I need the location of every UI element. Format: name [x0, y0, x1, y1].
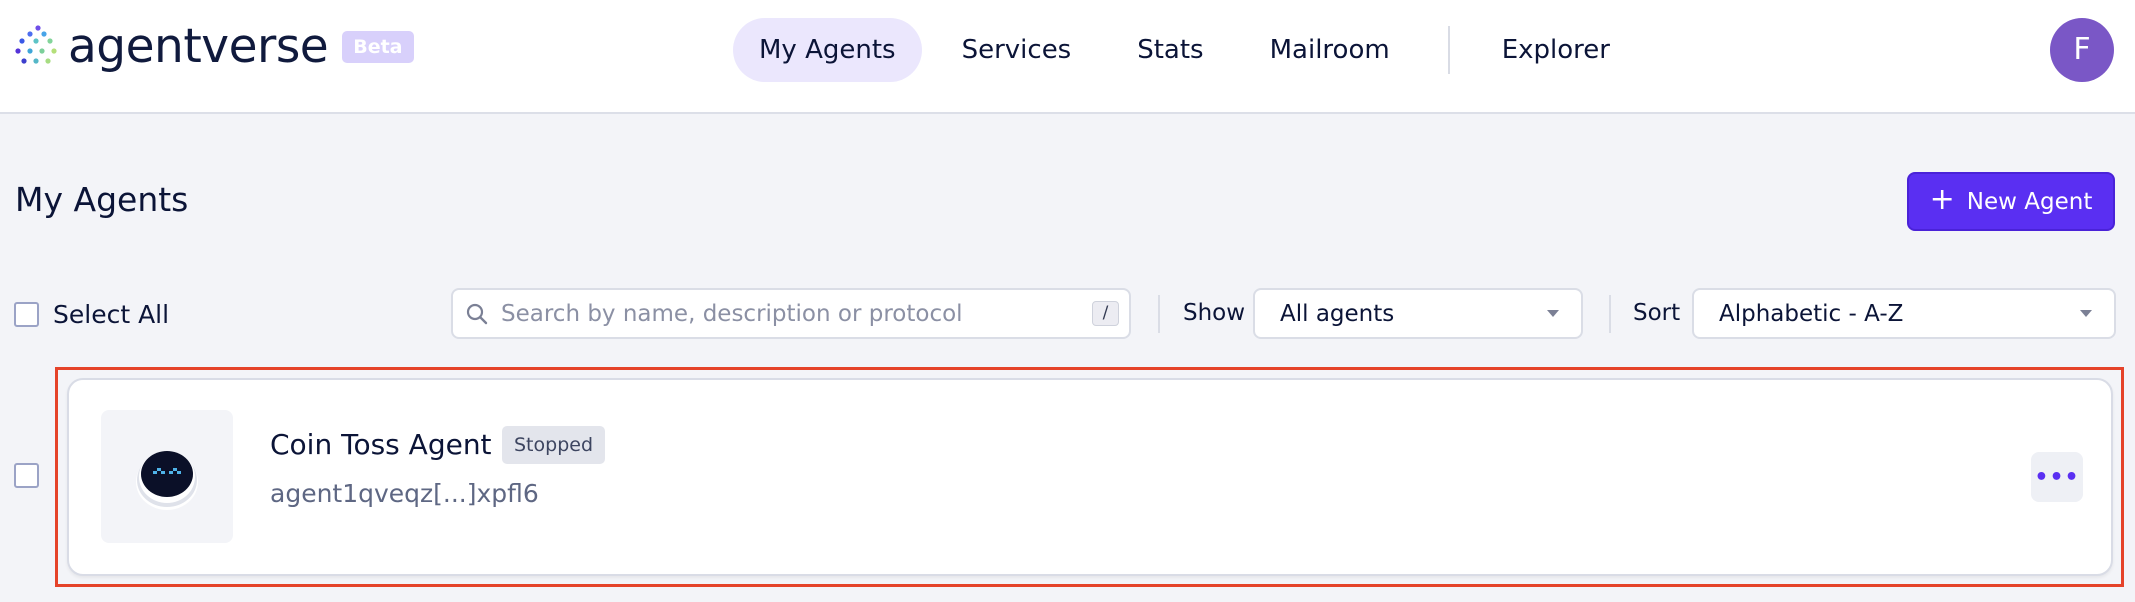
sort-value: Alphabetic - A-Z [1719, 300, 1904, 327]
page-title: My Agents [15, 180, 189, 219]
top-navigation-bar: agentverse Beta My Agents Services Stats… [0, 0, 2135, 114]
toolbar-divider [1158, 295, 1160, 333]
sort-dropdown[interactable]: Alphabetic - A-Z [1692, 288, 2116, 339]
nav-explorer[interactable]: Explorer [1476, 18, 1636, 82]
select-all[interactable]: Select All [14, 300, 169, 329]
robot-avatar-icon [136, 450, 198, 510]
search-icon [465, 302, 489, 326]
chevron-down-icon [1547, 310, 1559, 317]
sort-label: Sort [1633, 300, 1681, 326]
search-shortcut-key: / [1092, 301, 1119, 326]
plus-icon: + [1929, 182, 1955, 217]
agentverse-logo[interactable]: agentverse Beta [14, 22, 414, 72]
new-agent-button[interactable]: + New Agent [1907, 172, 2115, 231]
show-filter-value: All agents [1280, 300, 1395, 327]
select-all-checkbox[interactable] [14, 302, 39, 327]
agent-thumbnail [101, 410, 233, 543]
show-label: Show [1183, 300, 1246, 326]
nav-stats[interactable]: Stats [1111, 18, 1229, 82]
more-options-button[interactable]: ••• [2031, 452, 2083, 502]
nav-divider [1447, 26, 1450, 74]
agent-row-checkbox[interactable] [14, 463, 39, 488]
user-avatar[interactable]: F [2050, 18, 2114, 82]
select-all-label: Select All [53, 300, 170, 329]
nav-my-agents[interactable]: My Agents [733, 18, 922, 82]
main-nav: My Agents Services Stats Mailroom Explor… [733, 18, 1636, 82]
search-input[interactable]: Search by name, description or protocol … [451, 288, 1131, 339]
status-badge: Stopped [502, 426, 606, 464]
search-placeholder: Search by name, description or protocol [501, 300, 963, 327]
agent-card[interactable]: Coin Toss Agent Stopped agent1qveqz[...]… [67, 378, 2113, 576]
new-agent-label: New Agent [1966, 188, 2093, 215]
chevron-down-icon [2080, 310, 2092, 317]
agent-name[interactable]: Coin Toss Agent [270, 428, 492, 461]
nav-services[interactable]: Services [936, 18, 1098, 82]
beta-badge: Beta [342, 31, 414, 63]
app-name: agentverse [68, 19, 329, 74]
nav-mailroom[interactable]: Mailroom [1244, 18, 1416, 82]
show-filter-dropdown[interactable]: All agents [1253, 288, 1583, 339]
logo-dots-icon [14, 24, 60, 70]
agent-address[interactable]: agent1qveqz[...]xpfl6 [270, 479, 539, 508]
toolbar-divider [1609, 295, 1611, 333]
